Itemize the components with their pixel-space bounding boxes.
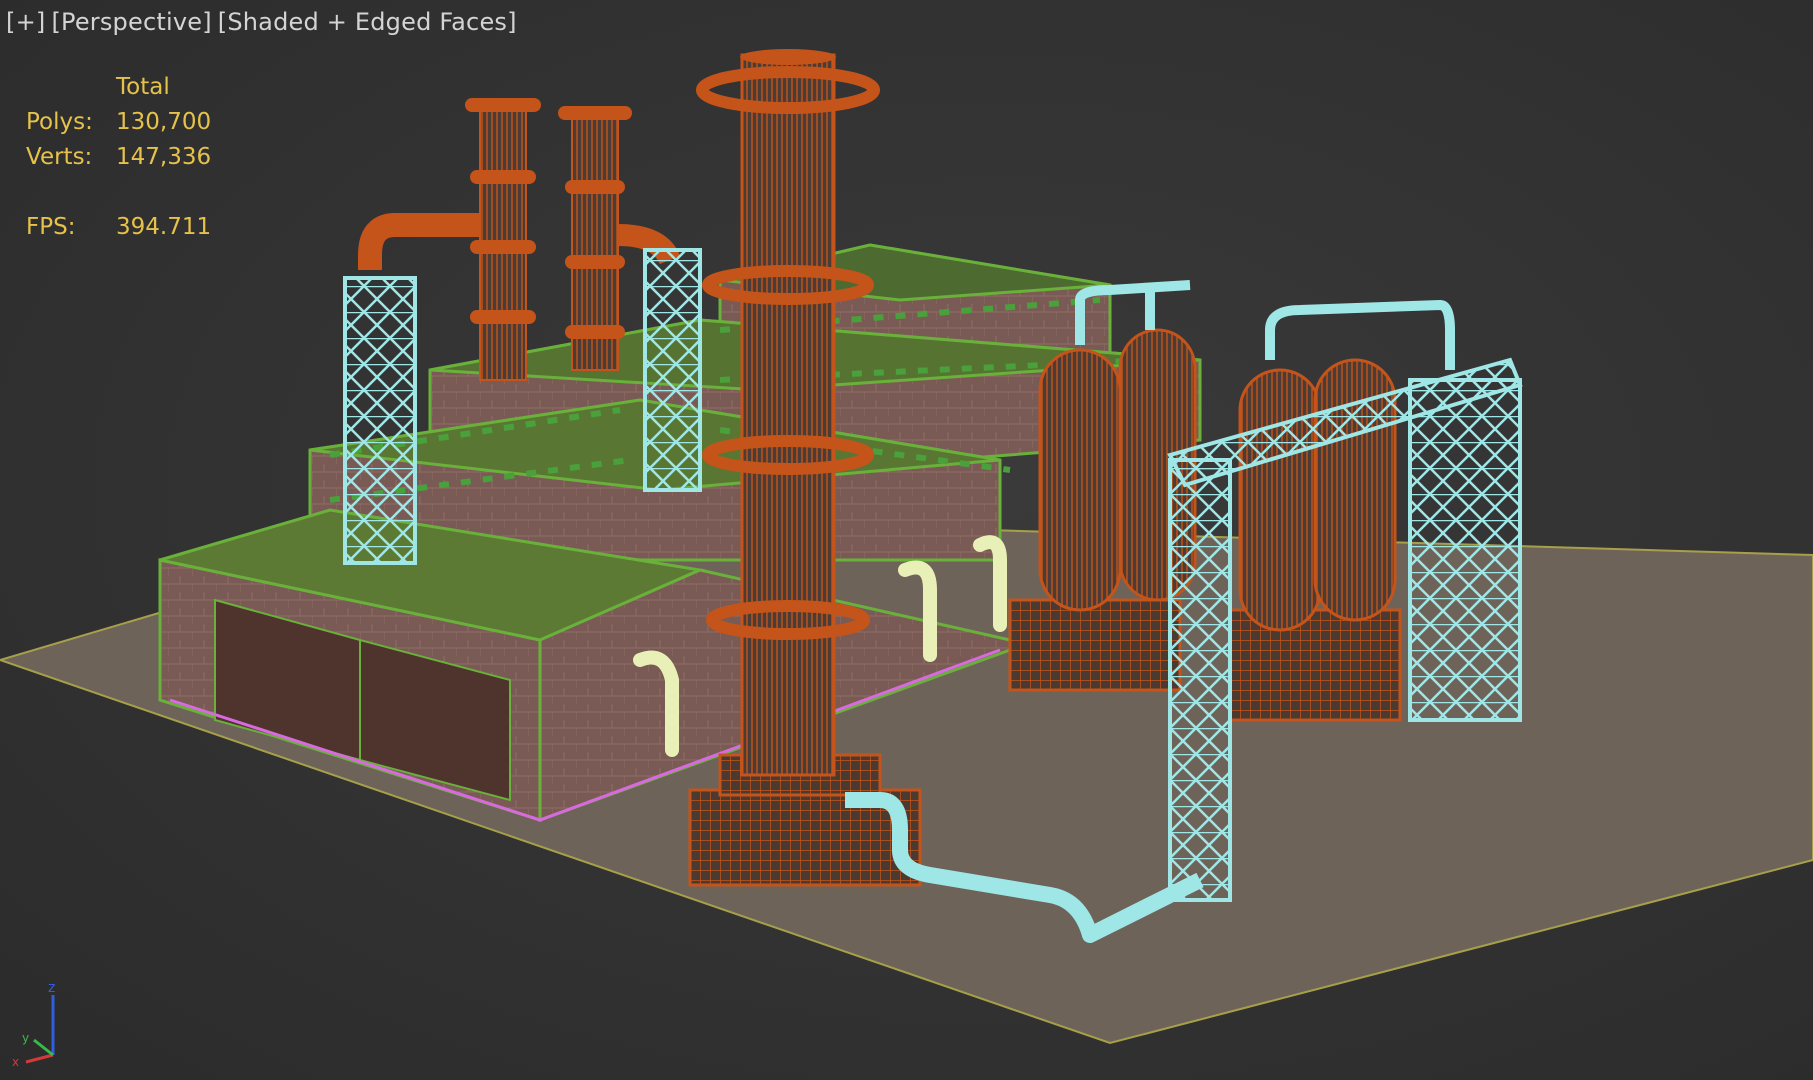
- scene-render[interactable]: [0, 0, 1813, 1080]
- perspective-viewport[interactable]: [+] [Perspective] [Shaded + Edged Faces]…: [0, 0, 1813, 1080]
- polys-label: Polys:: [26, 109, 93, 135]
- axis-y-label: y: [22, 1031, 29, 1045]
- verts-value: 147,336: [116, 144, 212, 170]
- fps-label: FPS:: [26, 214, 76, 240]
- verts-label: Verts:: [26, 144, 93, 170]
- axis-tripod-icon: z x y: [12, 980, 55, 1069]
- shading-mode-button[interactable]: [Shaded + Edged Faces]: [218, 8, 517, 36]
- fps-value: 394.711: [116, 214, 212, 240]
- polys-value: 130,700: [116, 109, 212, 135]
- axis-z-label: z: [48, 980, 55, 996]
- view-type-button[interactable]: [Perspective]: [51, 8, 211, 36]
- viewport-menu-button[interactable]: [+]: [6, 8, 45, 36]
- axis-x-label: x: [12, 1055, 19, 1069]
- viewport-label: [+] [Perspective] [Shaded + Edged Faces]: [6, 8, 517, 36]
- stats-column-header: Total: [116, 74, 170, 100]
